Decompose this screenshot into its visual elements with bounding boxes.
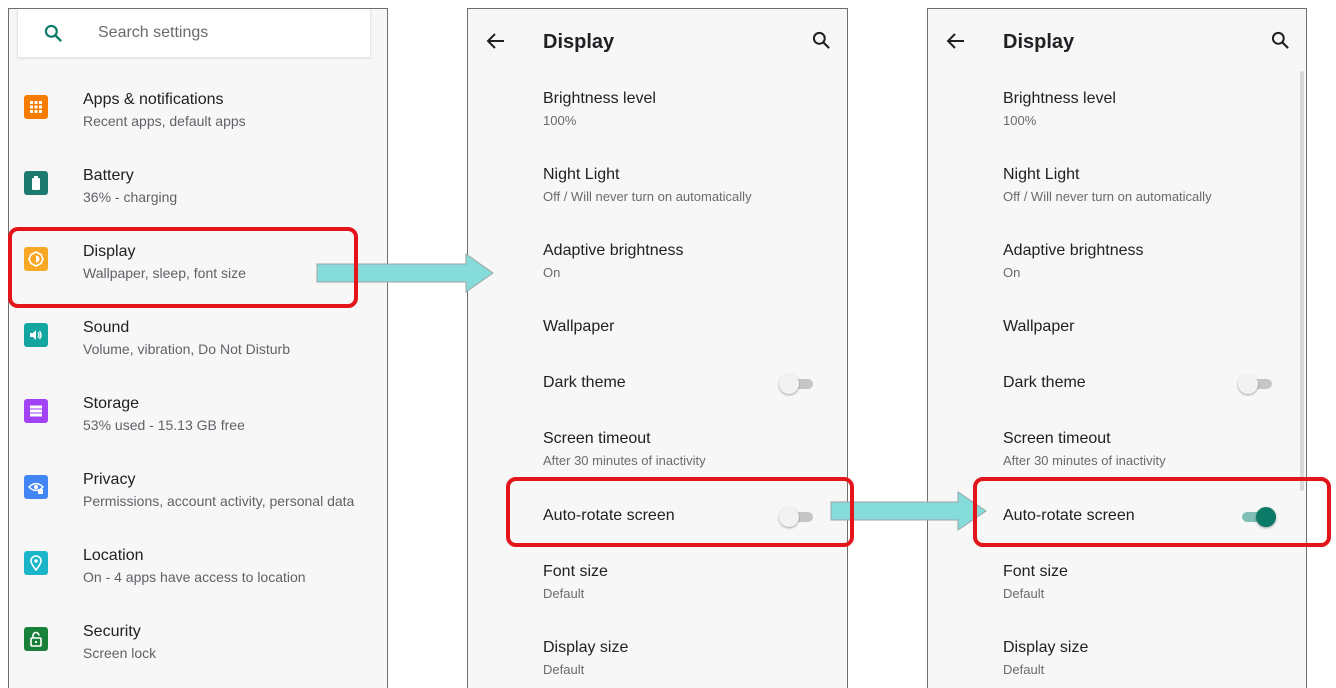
- settings-item-subtitle: Recent apps, default apps: [83, 113, 246, 129]
- display-item-adaptive-brightness[interactable]: Adaptive brightness On: [468, 233, 847, 305]
- item-title: Font size: [543, 563, 608, 580]
- settings-item-subtitle: 36% - charging: [83, 189, 178, 205]
- highlight-display-item: [8, 227, 358, 308]
- settings-item-subtitle: Volume, vibration, Do Not Disturb: [83, 341, 290, 357]
- settings-item-subtitle: Screen lock: [83, 645, 157, 661]
- settings-item-subtitle: Permissions, account activity, personal …: [83, 493, 355, 509]
- item-title: Font size: [1003, 563, 1068, 580]
- display-item-display-size[interactable]: Display size Default: [928, 630, 1306, 688]
- item-title: Adaptive brightness: [1003, 242, 1144, 259]
- item-title: Wallpaper: [1003, 318, 1075, 335]
- search-icon[interactable]: [811, 30, 831, 50]
- item-title: Night Light: [1003, 166, 1080, 183]
- display-item-brightness-level[interactable]: Brightness level 100%: [928, 81, 1306, 153]
- battery-icon: [24, 171, 48, 195]
- display-item-font-size[interactable]: Font size Default: [468, 554, 847, 626]
- item-subtitle: Default: [1003, 662, 1045, 677]
- settings-panel: Search settings Apps & notifications Rec…: [8, 8, 388, 688]
- back-arrow-icon[interactable]: [486, 32, 506, 50]
- display-item-font-size[interactable]: Font size Default: [928, 554, 1306, 626]
- settings-item-subtitle: On - 4 apps have access to location: [83, 569, 306, 585]
- storage-icon: [24, 399, 48, 423]
- item-subtitle: Default: [543, 586, 585, 601]
- settings-item-sound[interactable]: Sound Volume, vibration, Do Not Disturb: [9, 309, 387, 385]
- search-placeholder: Search settings: [98, 24, 209, 41]
- settings-item-storage[interactable]: Storage 53% used - 15.13 GB free: [9, 385, 387, 461]
- settings-item-title: Battery: [83, 167, 134, 184]
- arrow-right-icon: [830, 491, 987, 531]
- item-subtitle: On: [543, 265, 561, 280]
- item-title: Display size: [1003, 639, 1089, 656]
- settings-item-apps[interactable]: Apps & notifications Recent apps, defaul…: [9, 81, 387, 157]
- item-subtitle: 100%: [1003, 113, 1037, 128]
- item-title: Dark theme: [543, 374, 626, 391]
- settings-item-title: Storage: [83, 395, 140, 412]
- settings-item-subtitle: 53% used - 15.13 GB free: [83, 417, 245, 433]
- dark-theme-toggle[interactable]: [779, 374, 813, 394]
- page-title: Display: [543, 31, 615, 53]
- highlight-auto-rotate-on: [973, 477, 1331, 547]
- lock-icon: [24, 627, 48, 651]
- settings-item-location[interactable]: Location On - 4 apps have access to loca…: [9, 537, 387, 613]
- settings-item-security[interactable]: Security Screen lock: [9, 613, 387, 688]
- item-title: Screen timeout: [1003, 430, 1111, 447]
- page-title: Display: [1003, 31, 1075, 53]
- display-item-adaptive-brightness[interactable]: Adaptive brightness On: [928, 233, 1306, 305]
- item-subtitle: 100%: [543, 113, 577, 128]
- settings-item-title: Apps & notifications: [83, 91, 224, 108]
- item-title: Display size: [543, 639, 629, 656]
- item-subtitle: Default: [1003, 586, 1045, 601]
- item-subtitle: Off / Will never turn on automatically: [543, 189, 752, 204]
- item-title: Screen timeout: [543, 430, 651, 447]
- item-subtitle: Off / Will never turn on automatically: [1003, 189, 1212, 204]
- app-bar: Display: [928, 9, 1306, 71]
- display-item-display-size[interactable]: Display size Default: [468, 630, 847, 688]
- settings-item-title: Privacy: [83, 471, 136, 488]
- settings-item-title: Security: [83, 623, 141, 640]
- item-title: Wallpaper: [543, 318, 615, 335]
- settings-item-battery[interactable]: Battery 36% - charging: [9, 157, 387, 233]
- highlight-auto-rotate-off: [506, 477, 854, 547]
- dark-theme-toggle[interactable]: [1238, 374, 1272, 394]
- item-title: Brightness level: [1003, 90, 1116, 107]
- display-item-night-light[interactable]: Night Light Off / Will never turn on aut…: [928, 157, 1306, 229]
- item-subtitle: On: [1003, 265, 1021, 280]
- item-title: Adaptive brightness: [543, 242, 684, 259]
- settings-item-title: Location: [83, 547, 144, 564]
- item-title: Dark theme: [1003, 374, 1086, 391]
- location-icon: [24, 551, 48, 575]
- settings-item-privacy[interactable]: Privacy Permissions, account activity, p…: [9, 461, 387, 537]
- apps-icon: [24, 95, 48, 119]
- item-title: Night Light: [543, 166, 620, 183]
- privacy-icon: [24, 475, 48, 499]
- search-bar[interactable]: Search settings: [17, 9, 371, 58]
- search-icon[interactable]: [1270, 30, 1290, 50]
- item-subtitle: After 30 minutes of inactivity: [1003, 453, 1166, 468]
- display-panel-before: Display Brightness level 100% Night Ligh…: [467, 8, 848, 688]
- back-arrow-icon[interactable]: [946, 32, 966, 50]
- app-bar: Display: [468, 9, 847, 71]
- search-icon: [44, 24, 62, 42]
- display-panel-after: Display Brightness level 100% Night Ligh…: [927, 8, 1307, 688]
- volume-icon: [24, 323, 48, 347]
- display-item-brightness-level[interactable]: Brightness level 100%: [468, 81, 847, 153]
- settings-item-title: Sound: [83, 319, 130, 336]
- item-subtitle: Default: [543, 662, 585, 677]
- display-item-night-light[interactable]: Night Light Off / Will never turn on aut…: [468, 157, 847, 229]
- item-subtitle: After 30 minutes of inactivity: [543, 453, 706, 468]
- item-title: Brightness level: [543, 90, 656, 107]
